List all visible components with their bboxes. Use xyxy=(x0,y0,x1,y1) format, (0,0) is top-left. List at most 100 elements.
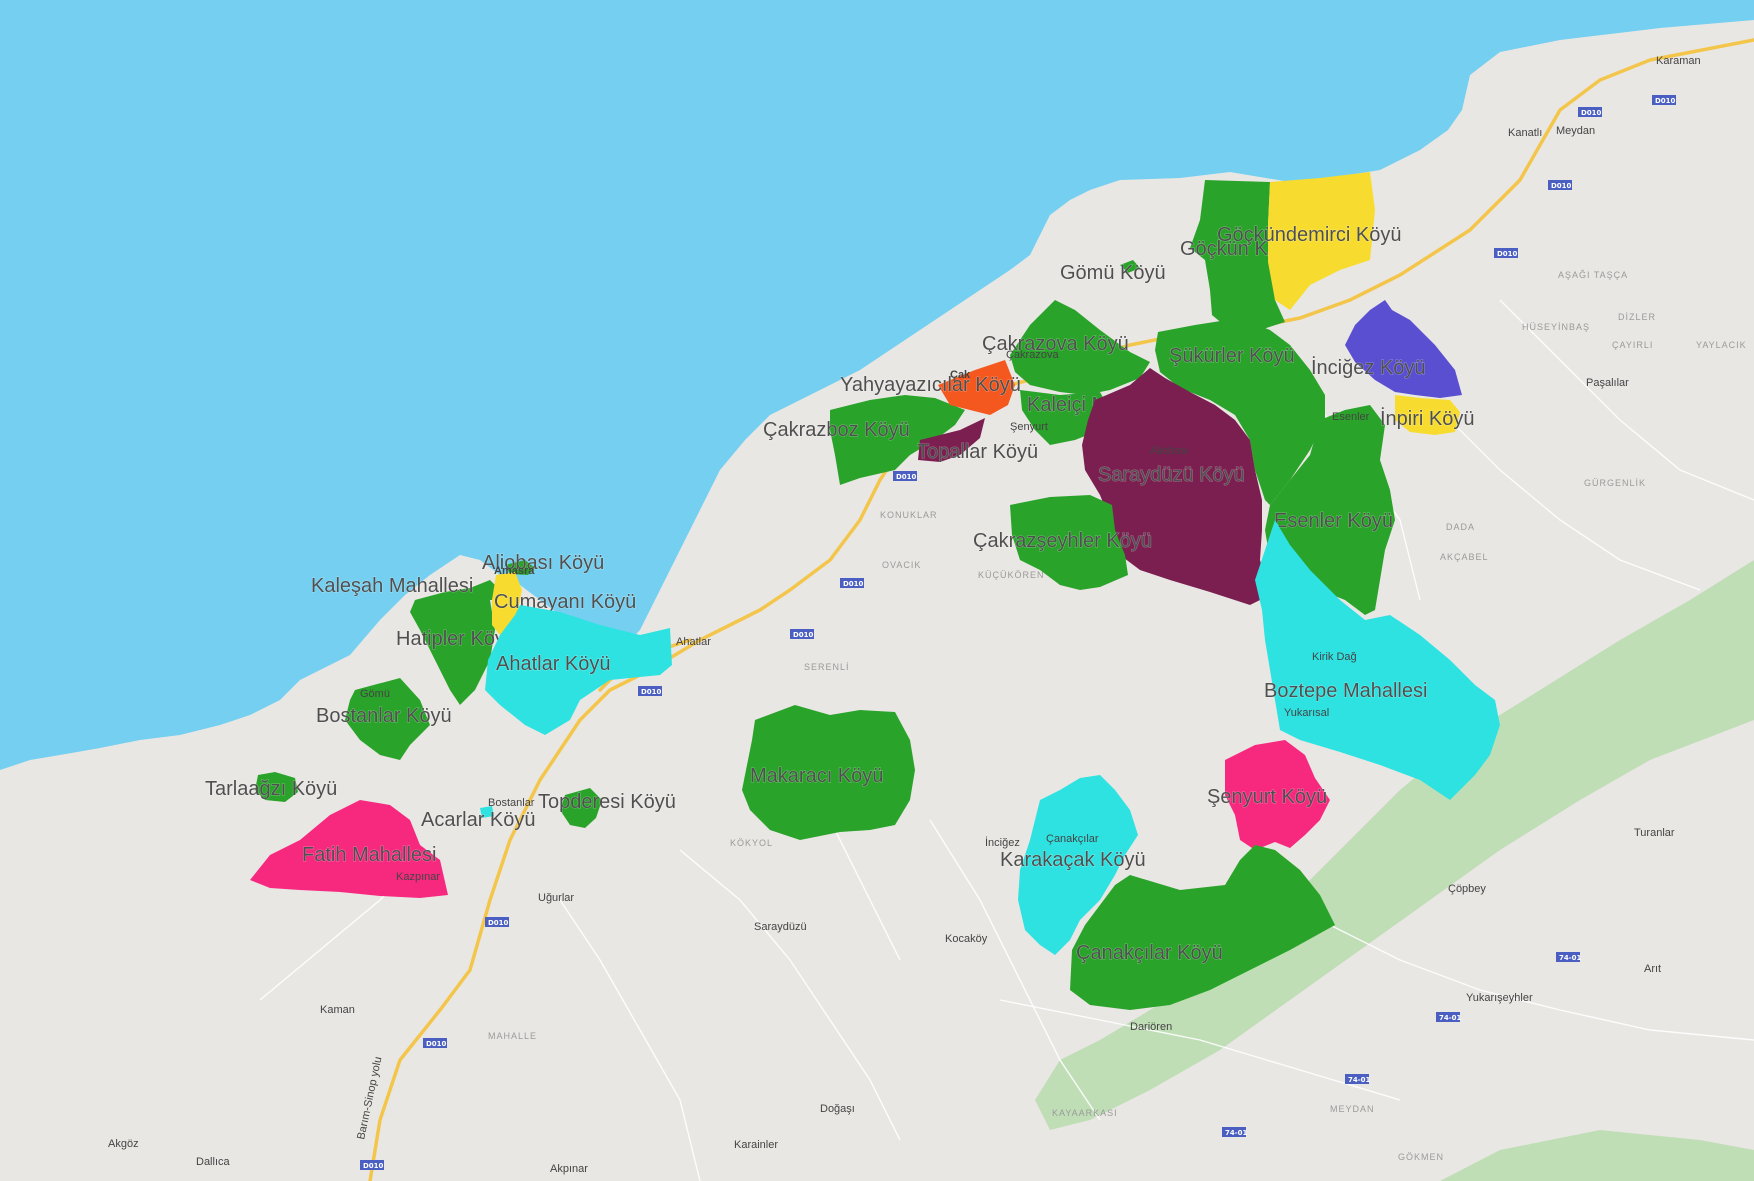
place-label: MAHALLE xyxy=(488,1031,537,1041)
place-label: Turanlar xyxy=(1634,827,1675,839)
road-shield: 74-01 xyxy=(1222,1127,1248,1137)
place-label: Uğurlar xyxy=(538,892,574,904)
map-view[interactable]: Fatih Mahallesi Tarlaağzı Köyü Bostanlar… xyxy=(0,0,1754,1181)
svg-text:D010: D010 xyxy=(488,919,509,927)
svg-text:74-01: 74-01 xyxy=(1439,1014,1462,1022)
place-label: Akpınar xyxy=(550,1163,588,1175)
place-label: KÜÇÜKÖREN xyxy=(978,570,1045,580)
road-shield: D010 xyxy=(893,471,917,481)
road-shield: D010 xyxy=(485,917,509,927)
svg-text:D010: D010 xyxy=(363,1162,384,1170)
svg-text:D010: D010 xyxy=(426,1040,447,1048)
place-label: Kaman xyxy=(320,1004,355,1016)
region-acarlar[interactable]: Acarlar Köyü xyxy=(421,806,536,832)
place-label: GÜRGENLİK xyxy=(1584,478,1646,488)
place-label: Amasra xyxy=(494,565,535,577)
region-label: Yahyayazıcılar Köyü xyxy=(840,374,1021,396)
region-label: Topderesi Köyü xyxy=(538,791,676,813)
region-label: Şükürler Köyü xyxy=(1169,345,1295,367)
region-label: Esenler Köyü xyxy=(1274,510,1393,532)
region-label: Şenyurt Köyü xyxy=(1207,786,1327,808)
road-shield: 74-01 xyxy=(1436,1012,1462,1022)
region-label: Fatih Mahallesi xyxy=(302,844,437,866)
place-label: DİZLER xyxy=(1618,312,1656,322)
place-label: Dallıca xyxy=(196,1156,231,1168)
svg-text:D010: D010 xyxy=(641,688,662,696)
place-label: KÖKYOL xyxy=(730,838,773,848)
place-label: GÖKMEN xyxy=(1398,1152,1444,1162)
place-label: MEYDAN xyxy=(1330,1104,1375,1114)
road-shield: D010 xyxy=(1578,107,1602,117)
place-label: Kanatlı xyxy=(1508,127,1542,139)
place-label: AŞAĞI TAŞÇA xyxy=(1558,270,1628,280)
place-label: YAYLACIK xyxy=(1696,340,1747,350)
place-label: Kirik Dağ xyxy=(1312,651,1357,663)
road-shield: D010 xyxy=(638,686,662,696)
place-label: Çöpbey xyxy=(1448,883,1486,895)
place-label: İnciğez xyxy=(985,836,1020,849)
place-label: Kocaköy xyxy=(945,933,988,945)
region-label: Bostanlar Köyü xyxy=(316,705,452,727)
region-label: Göçkündemirci Köyü xyxy=(1217,224,1402,246)
place-label: Şenyurt xyxy=(1010,421,1048,433)
region-gomu[interactable]: Gömü Köyü xyxy=(1060,260,1166,285)
svg-text:D010: D010 xyxy=(1497,250,1518,258)
region-label: Tarlaağzı Köyü xyxy=(205,778,337,800)
region-label: Boztepe Mahallesi xyxy=(1264,680,1427,702)
place-label: Yukarışeyhler xyxy=(1466,992,1533,1004)
place-label: ÇAYIRLI xyxy=(1612,340,1653,350)
road-shield: D010 xyxy=(1652,95,1676,105)
road-shield: D010 xyxy=(840,578,864,588)
place-label: Karainler xyxy=(734,1139,778,1151)
place-label: KAYAARKASI xyxy=(1052,1108,1118,1118)
place-label: Çakrazova xyxy=(1006,349,1059,361)
region-label: Çanakçılar Köyü xyxy=(1076,942,1223,964)
road-shield: D010 xyxy=(1494,248,1518,258)
road-shield: D010 xyxy=(1548,180,1572,190)
svg-text:D010: D010 xyxy=(896,473,917,481)
place-label: Kazpınar xyxy=(396,871,440,883)
region-makaraci[interactable]: Makaracı Köyü xyxy=(742,705,915,840)
place-label: Çak xyxy=(950,369,971,381)
region-label: Gömü Köyü xyxy=(1060,262,1166,284)
map-canvas: Fatih Mahallesi Tarlaağzı Köyü Bostanlar… xyxy=(0,0,1754,1181)
region-label: Kaleşah Mahallesi xyxy=(311,575,473,597)
road-shield: 74-01 xyxy=(1345,1074,1371,1084)
place-label: Arıt xyxy=(1644,963,1661,975)
region-kalesah[interactable]: Kaleşah Mahallesi xyxy=(311,575,500,600)
region-label: Acarlar Köyü xyxy=(421,809,536,831)
region-label: Topallar Köyü xyxy=(917,441,1038,463)
svg-text:74-01: 74-01 xyxy=(1348,1076,1371,1084)
svg-text:74-01: 74-01 xyxy=(1559,954,1582,962)
place-label: Çanakçılar xyxy=(1046,833,1099,845)
region-label: Ahatlar Köyü xyxy=(496,653,611,675)
place-label: SERENLİ xyxy=(804,662,850,672)
road-shield: 74-01 xyxy=(1556,952,1582,962)
region-label: İnpiri Köyü xyxy=(1380,407,1475,430)
region-label: Cumayanı Köyü xyxy=(494,591,636,613)
place-label: Esenler xyxy=(1332,411,1370,423)
place-label: Dariören xyxy=(1130,1021,1172,1033)
region-label: Çakrazşeyhler Köyü xyxy=(973,530,1152,552)
road-shield: D010 xyxy=(423,1038,447,1048)
place-label: Saraydüzü xyxy=(754,921,807,933)
svg-text:D010: D010 xyxy=(1551,182,1572,190)
region-label: İnciğez Köyü xyxy=(1311,356,1426,379)
region-label: Karakaçak Köyü xyxy=(1000,849,1146,871)
svg-text:D010: D010 xyxy=(1655,97,1676,105)
place-label: Doğaşı xyxy=(820,1103,855,1115)
region-label: Saraydüzü Köyü xyxy=(1098,464,1245,486)
region-label: Çakrazboz Köyü xyxy=(763,419,910,441)
place-label: Gömü xyxy=(360,688,390,700)
place-label: HÜSEYİNBAŞ xyxy=(1522,322,1590,332)
place-label: AKÇABEL xyxy=(1440,552,1489,562)
region-label: Makaracı Köyü xyxy=(750,765,883,787)
svg-text:74-01: 74-01 xyxy=(1225,1129,1248,1137)
place-label: Akgöz xyxy=(108,1138,139,1150)
place-label: OVACIK xyxy=(882,560,921,570)
road-shield: D010 xyxy=(360,1160,384,1170)
place-label: DADA xyxy=(1446,522,1475,532)
svg-text:D010: D010 xyxy=(793,631,814,639)
place-label: Yukarısal xyxy=(1284,707,1329,719)
place-label: Ahatlar xyxy=(676,636,711,648)
